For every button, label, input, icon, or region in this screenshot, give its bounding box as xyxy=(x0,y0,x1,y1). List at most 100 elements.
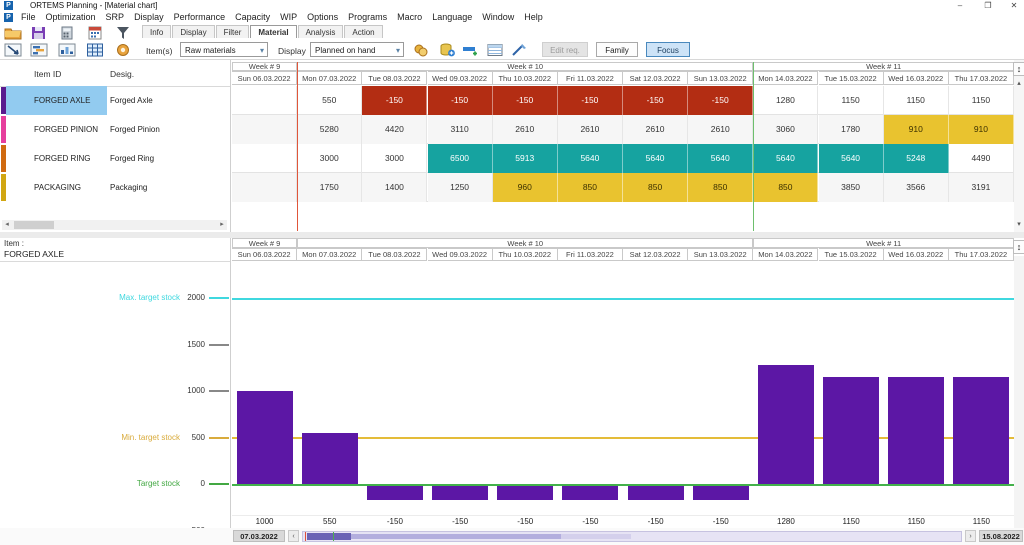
grid-cell[interactable]: 850 xyxy=(623,173,688,202)
grid-cell[interactable] xyxy=(232,115,297,144)
grid-cell[interactable]: -150 xyxy=(623,86,688,115)
grid-cell[interactable]: 5640 xyxy=(558,144,623,173)
grid-cell[interactable]: 2610 xyxy=(493,115,558,144)
item-table-hscrollbar[interactable]: ◂ ▸ xyxy=(2,220,227,230)
grid-cell[interactable]: 4490 xyxy=(949,144,1014,173)
menu-item-window[interactable]: Window xyxy=(477,12,519,22)
item-row-forged-axle[interactable]: FORGED AXLEForged Axle xyxy=(0,86,230,115)
coins-icon[interactable] xyxy=(412,43,430,57)
grid-cell[interactable]: -150 xyxy=(362,86,427,115)
time-scroll-thumb[interactable] xyxy=(307,533,351,540)
calendar-icon[interactable] xyxy=(86,26,104,40)
tab-material[interactable]: Material xyxy=(250,25,296,38)
menu-item-capacity[interactable]: Capacity xyxy=(230,12,275,22)
save-icon[interactable] xyxy=(30,26,48,40)
grid-cell[interactable]: 3060 xyxy=(753,115,818,144)
grid-cell[interactable]: 3850 xyxy=(819,173,884,202)
item-desig-cell[interactable]: Packaging xyxy=(107,173,230,202)
grid-cell[interactable]: 5640 xyxy=(688,144,753,173)
item-row-forged-pinion[interactable]: FORGED PINIONForged Pinion xyxy=(0,115,230,144)
grid-cell[interactable]: 4420 xyxy=(362,115,427,144)
fit-chart-icon[interactable] xyxy=(4,43,22,57)
grid-cell[interactable]: -150 xyxy=(493,86,558,115)
item-desig-cell[interactable]: Forged Ring xyxy=(107,144,230,173)
item-id-cell[interactable]: FORGED RING xyxy=(6,144,107,173)
item-id-cell[interactable]: FORGED PINION xyxy=(6,115,107,144)
mini-chart-icon[interactable] xyxy=(58,43,76,57)
close-button[interactable]: ✕ xyxy=(1006,0,1022,11)
grid-cell[interactable] xyxy=(232,86,297,115)
scroll-down-icon[interactable]: ▾ xyxy=(1014,220,1024,228)
grid-cell[interactable]: 550 xyxy=(297,86,362,115)
scroll-up-icon[interactable]: ▴ xyxy=(1014,79,1024,87)
menu-item-display[interactable]: Display xyxy=(129,12,169,22)
grid-cell[interactable]: 850 xyxy=(688,173,753,202)
grid-cell[interactable]: 2610 xyxy=(558,115,623,144)
minimize-button[interactable]: – xyxy=(952,0,968,11)
open-folder-icon[interactable] xyxy=(4,26,22,40)
scroll-forward-button[interactable]: › xyxy=(965,530,976,542)
menu-item-srp[interactable]: SRP xyxy=(101,12,130,22)
resize-chart-icon[interactable]: ↕ xyxy=(1013,240,1024,254)
grid-cell[interactable]: 960 xyxy=(493,173,558,202)
menu-item-options[interactable]: Options xyxy=(302,12,343,22)
item-desig-cell[interactable]: Forged Pinion xyxy=(107,115,230,144)
grid-cell[interactable]: 1280 xyxy=(753,86,818,115)
grid-cell[interactable]: 3110 xyxy=(428,115,493,144)
gantt-chart-icon[interactable] xyxy=(30,43,48,57)
item-desig-cell[interactable]: Forged Axle xyxy=(107,86,230,115)
add-database-icon[interactable] xyxy=(438,43,456,57)
menu-item-programs[interactable]: Programs xyxy=(343,12,392,22)
menu-item-file[interactable]: File xyxy=(16,12,41,22)
maximize-button[interactable]: ❐ xyxy=(980,0,996,11)
grid-cell[interactable]: -150 xyxy=(688,86,753,115)
family-button[interactable]: Family xyxy=(596,42,638,57)
scroll-right-icon[interactable]: ▸ xyxy=(217,220,227,230)
grid-cell[interactable]: 3566 xyxy=(884,173,949,202)
grid-cell[interactable]: 5913 xyxy=(493,144,558,173)
edit-req-button[interactable]: Edit req. xyxy=(542,42,588,57)
tab-filter[interactable]: Filter xyxy=(216,25,250,38)
grid-cell[interactable] xyxy=(232,144,297,173)
hscroll-thumb[interactable] xyxy=(14,221,54,229)
chart-vscroll-track[interactable] xyxy=(1014,256,1024,528)
scroll-left-icon[interactable]: ◂ xyxy=(2,220,12,230)
pie-icon[interactable] xyxy=(114,43,132,57)
grid-cell[interactable] xyxy=(232,173,297,202)
sheet-calc-icon[interactable] xyxy=(486,43,504,57)
item-id-cell[interactable]: FORGED AXLE xyxy=(6,86,107,115)
tab-action[interactable]: Action xyxy=(344,25,382,38)
grid-cell[interactable]: 1150 xyxy=(819,86,884,115)
grid-cell[interactable]: 3191 xyxy=(949,173,1014,202)
grid-cell[interactable]: 3000 xyxy=(297,144,362,173)
grid-cell[interactable]: 5248 xyxy=(884,144,949,173)
grid-cell[interactable]: 1150 xyxy=(884,86,949,115)
grid-cell[interactable]: -150 xyxy=(558,86,623,115)
focus-button[interactable]: Focus xyxy=(646,42,690,57)
grid-cell[interactable]: 910 xyxy=(884,115,949,144)
menu-item-performance[interactable]: Performance xyxy=(169,12,231,22)
calculator-icon[interactable] xyxy=(58,26,76,40)
display-select[interactable]: Planned on hand ▾ xyxy=(310,42,404,57)
grid-cell[interactable]: 5280 xyxy=(297,115,362,144)
add-bar-icon[interactable] xyxy=(462,43,480,57)
grid-cell[interactable]: 2610 xyxy=(688,115,753,144)
grid-cell[interactable]: 6500 xyxy=(428,144,493,173)
grid-cell[interactable]: 5640 xyxy=(753,144,818,173)
tab-analysis[interactable]: Analysis xyxy=(298,25,344,38)
item-row-forged-ring[interactable]: FORGED RINGForged Ring xyxy=(0,144,230,173)
tab-info[interactable]: Info xyxy=(142,25,171,38)
grid-cell[interactable]: 1150 xyxy=(949,86,1014,115)
grid-cell[interactable]: 1780 xyxy=(819,115,884,144)
grid-cell[interactable]: -150 xyxy=(428,86,493,115)
mdi-app-icon[interactable]: P xyxy=(4,13,13,22)
table-icon[interactable] xyxy=(86,43,104,57)
time-scroll-track[interactable] xyxy=(302,531,962,542)
grid-cell[interactable]: 1750 xyxy=(297,173,362,202)
grid-cell[interactable]: 3000 xyxy=(362,144,427,173)
menu-item-optimization[interactable]: Optimization xyxy=(41,12,101,22)
menu-item-language[interactable]: Language xyxy=(427,12,477,22)
scroll-back-button[interactable]: ‹ xyxy=(288,530,299,542)
grid-cell[interactable]: 2610 xyxy=(623,115,688,144)
menu-item-wip[interactable]: WIP xyxy=(275,12,302,22)
